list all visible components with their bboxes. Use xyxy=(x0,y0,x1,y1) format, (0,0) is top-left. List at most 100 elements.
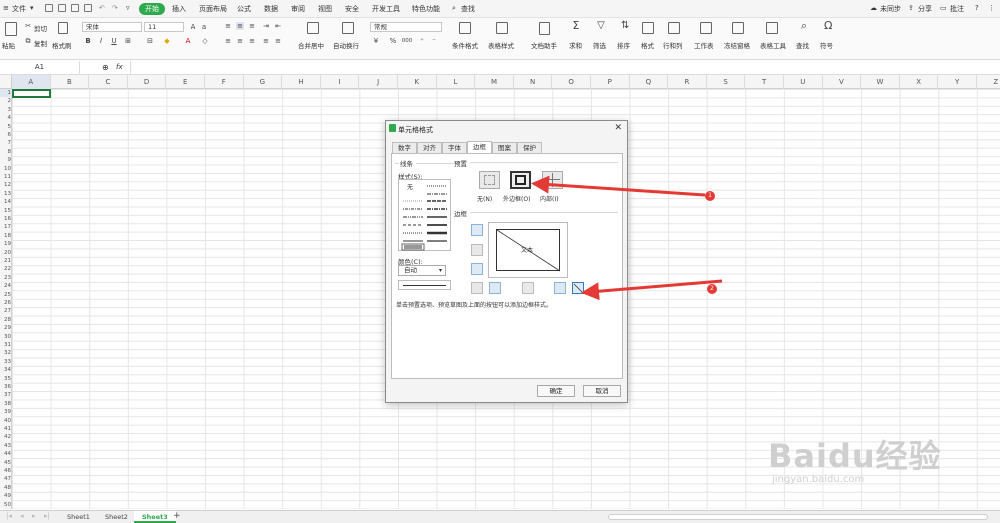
preset-none-button[interactable] xyxy=(479,171,500,189)
table-tools-icon[interactable] xyxy=(766,22,778,34)
undo-icon[interactable]: ↶ xyxy=(99,4,105,12)
row-header-26[interactable]: 26 xyxy=(0,299,12,307)
symbol-button[interactable]: 符号 xyxy=(820,40,833,50)
row-header-36[interactable]: 36 xyxy=(0,383,12,391)
row-header-14[interactable]: 14 xyxy=(0,198,12,206)
column-header-O[interactable]: O xyxy=(552,75,591,89)
row-header-12[interactable]: 12 xyxy=(0,181,12,189)
tab-review[interactable]: 审阅 xyxy=(291,4,305,14)
align-middle-icon[interactable]: ≡ xyxy=(236,22,244,30)
find-button[interactable]: 查找 xyxy=(796,40,809,50)
indent-icon[interactable]: ⇥ xyxy=(262,22,270,30)
paste-button[interactable]: 粘贴 xyxy=(2,40,15,50)
tab-insert[interactable]: 插入 xyxy=(172,4,186,14)
tab-home[interactable]: 开始 xyxy=(139,3,165,15)
copy-icon[interactable]: ⧉ xyxy=(24,37,32,45)
ok-button[interactable]: 确定 xyxy=(537,385,575,397)
row-header-17[interactable]: 17 xyxy=(0,223,12,231)
align-right-icon[interactable]: ≡ xyxy=(248,37,256,45)
export-pdf-icon[interactable] xyxy=(58,4,66,12)
border-bottom-button[interactable] xyxy=(471,263,483,275)
border-icon[interactable]: ⊞ xyxy=(124,37,132,45)
redo-icon[interactable]: ↷ xyxy=(112,4,118,12)
thousands-button[interactable]: 000 xyxy=(400,37,414,45)
filter-button[interactable]: 筛选 xyxy=(593,40,606,50)
column-header-U[interactable]: U xyxy=(784,75,823,89)
column-header-L[interactable]: L xyxy=(437,75,476,89)
column-header-A[interactable]: A xyxy=(12,75,51,89)
tab-view[interactable]: 视图 xyxy=(318,4,332,14)
border-diagonal-up-button[interactable] xyxy=(471,282,483,294)
column-header-V[interactable]: V xyxy=(823,75,862,89)
clear-icon[interactable]: ◇ xyxy=(201,37,209,45)
font-size-select[interactable]: 11 xyxy=(144,22,184,32)
conditional-format-icon[interactable] xyxy=(459,22,471,34)
row-header-5[interactable]: 5 xyxy=(0,123,12,131)
border-middle-h-button[interactable] xyxy=(471,244,483,256)
rowcol-icon[interactable] xyxy=(668,22,680,34)
find-icon[interactable]: ⌕ xyxy=(800,20,808,31)
chevron-down-icon[interactable]: ▾ xyxy=(30,4,34,12)
column-header-Q[interactable]: Q xyxy=(630,75,669,89)
select-all-corner[interactable] xyxy=(0,75,12,89)
wrap-text-icon[interactable] xyxy=(342,22,354,34)
row-header-39[interactable]: 39 xyxy=(0,408,12,416)
file-menu[interactable]: 文件 xyxy=(12,4,26,14)
customize-icon[interactable]: ▿ xyxy=(126,4,130,12)
row-header-27[interactable]: 27 xyxy=(0,307,12,315)
column-header-D[interactable]: D xyxy=(128,75,167,89)
number-format-select[interactable]: 常规 xyxy=(370,22,442,32)
row-header-35[interactable]: 35 xyxy=(0,375,12,383)
worksheet-icon[interactable] xyxy=(700,22,712,34)
sheet-tab-2[interactable]: Sheet2 xyxy=(97,511,136,523)
tab-number[interactable]: 数字 xyxy=(392,142,417,153)
sheet-nav-first-icon[interactable]: |◂ xyxy=(6,512,12,520)
tab-font[interactable]: 字体 xyxy=(442,142,467,153)
row-header-25[interactable]: 25 xyxy=(0,291,12,299)
print-preview-icon[interactable] xyxy=(84,4,92,12)
row-header-30[interactable]: 30 xyxy=(0,333,12,341)
row-header-8[interactable]: 8 xyxy=(0,148,12,156)
currency-icon[interactable]: ¥ xyxy=(372,37,380,45)
row-header-3[interactable]: 3 xyxy=(0,106,12,114)
search-icon[interactable]: ⌕ xyxy=(452,4,456,13)
row-header-32[interactable]: 32 xyxy=(0,349,12,357)
font-color-icon[interactable]: A xyxy=(184,37,192,45)
decrease-font-icon[interactable]: a xyxy=(200,23,208,31)
row-header-2[interactable]: 2 xyxy=(0,97,12,105)
border-diagonal-down-button[interactable] xyxy=(572,282,584,294)
increase-font-icon[interactable]: A xyxy=(189,23,197,31)
row-header-43[interactable]: 43 xyxy=(0,442,12,450)
row-header-21[interactable]: 21 xyxy=(0,257,12,265)
preset-inside-button[interactable] xyxy=(542,171,563,189)
tab-protection[interactable]: 保护 xyxy=(517,142,542,153)
name-box[interactable]: A1 xyxy=(0,61,80,74)
border-right-button[interactable] xyxy=(554,282,566,294)
row-header-22[interactable]: 22 xyxy=(0,265,12,273)
justify-icon[interactable]: ≡ xyxy=(262,37,270,45)
row-header-34[interactable]: 34 xyxy=(0,366,12,374)
row-header-7[interactable]: 7 xyxy=(0,139,12,147)
copy-button[interactable]: 复制 xyxy=(34,38,47,48)
row-header-48[interactable]: 48 xyxy=(0,484,12,492)
row-header-42[interactable]: 42 xyxy=(0,433,12,441)
filter-icon[interactable]: ▽ xyxy=(597,21,605,31)
border-top-button[interactable] xyxy=(471,224,483,236)
share-button[interactable]: 分享 xyxy=(918,4,932,14)
sheet-nav-last-icon[interactable]: ▸| xyxy=(44,512,50,520)
cut-button[interactable]: 剪切 xyxy=(34,23,47,33)
merge-icon[interactable]: ⊟ xyxy=(146,37,154,45)
row-header-4[interactable]: 4 xyxy=(0,114,12,122)
row-header-49[interactable]: 49 xyxy=(0,492,12,500)
column-header-I[interactable]: I xyxy=(321,75,360,89)
sheet-tab-3[interactable]: Sheet3 xyxy=(134,511,176,523)
freeze-button[interactable]: 冻结窗格 xyxy=(724,40,750,50)
formula-input[interactable] xyxy=(130,61,1000,74)
column-header-M[interactable]: M xyxy=(475,75,514,89)
doc-assistant-icon[interactable] xyxy=(539,22,550,35)
tab-special[interactable]: 特色功能 xyxy=(412,4,440,14)
sheet-tab-1[interactable]: Sheet1 xyxy=(59,511,98,523)
doc-assistant-button[interactable]: 文档助手 xyxy=(531,40,557,50)
column-header-K[interactable]: K xyxy=(398,75,437,89)
rowcol-button[interactable]: 行和列 xyxy=(663,40,683,50)
